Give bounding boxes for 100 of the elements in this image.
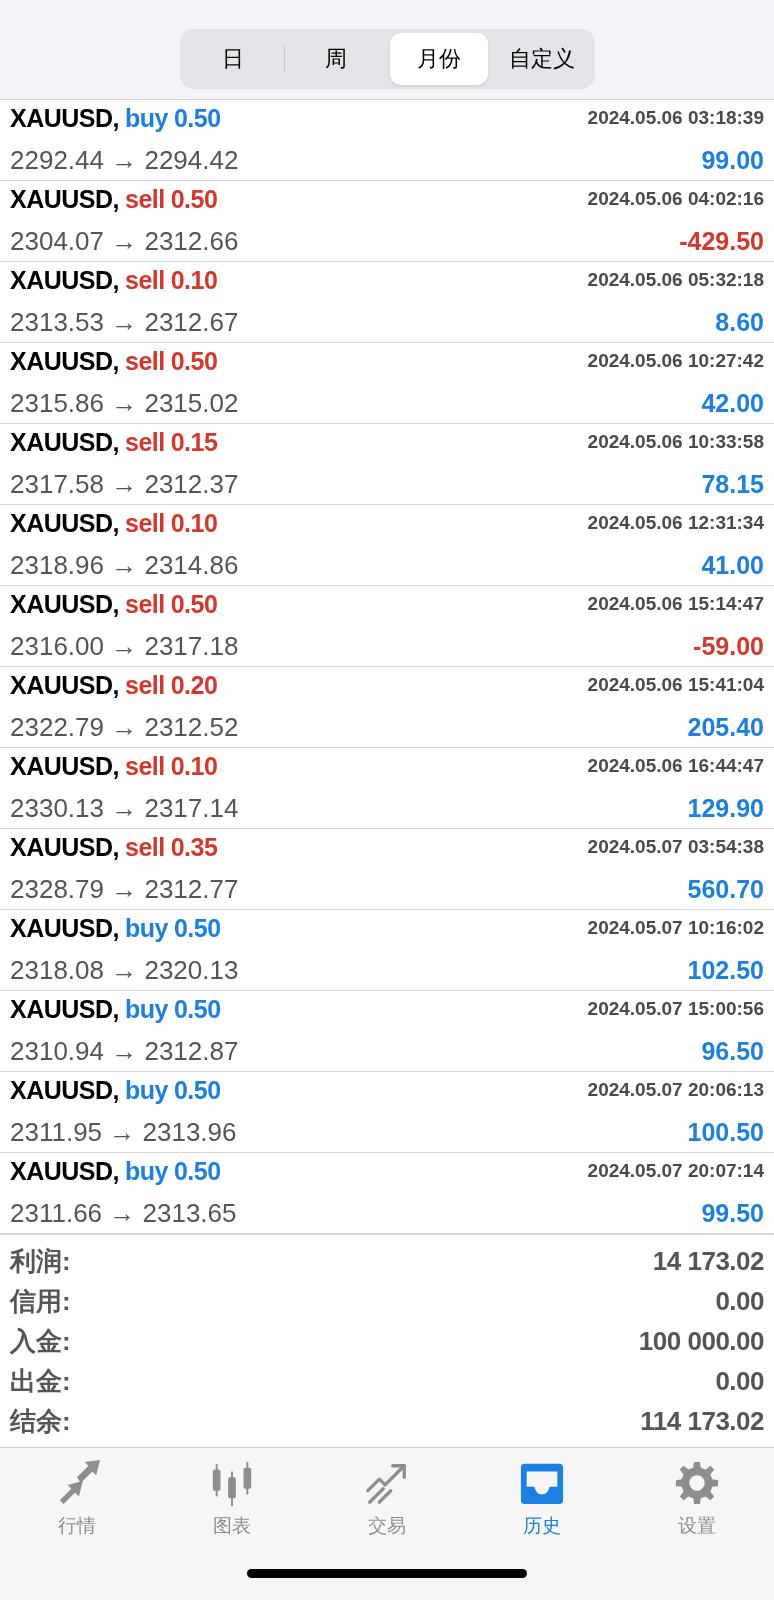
- price-range: 2313.53 → 2312.67: [10, 306, 239, 340]
- price-range: 2316.00 → 2317.18: [10, 630, 239, 664]
- symbol-label: XAUUSD,: [10, 507, 119, 539]
- deal-time: 2024.05.06 05:32:18: [587, 268, 764, 293]
- price-range: 2317.58 → 2312.37: [10, 468, 239, 502]
- deal-time: 2024.05.07 20:06:13: [587, 1078, 764, 1103]
- price-range: 2330.13 → 2317.14: [10, 792, 239, 826]
- summary-value: 0.00: [715, 1364, 764, 1398]
- symbol-label: XAUUSD,: [10, 1155, 119, 1187]
- profit-value: 99.00: [701, 145, 764, 176]
- deal-time: 2024.05.07 15:00:56: [587, 997, 764, 1022]
- period-tab[interactable]: 日: [183, 32, 282, 85]
- deal-time: 2024.05.07 03:54:38: [587, 835, 764, 860]
- profit-value: 102.50: [687, 955, 764, 986]
- tab-bar-item[interactable]: 图表: [182, 1460, 283, 1541]
- summary-value: 14 173.02: [652, 1244, 764, 1278]
- summary-label: 出金:: [10, 1364, 71, 1398]
- deal-time: 2024.05.06 16:44:47: [587, 754, 764, 779]
- profit-value: 78.15: [701, 469, 764, 500]
- tab-bar-item[interactable]: 历史: [491, 1460, 592, 1541]
- period-tab[interactable]: 周: [286, 32, 385, 85]
- order-type: buy: [125, 102, 168, 134]
- symbol-label: XAUUSD,: [10, 345, 119, 377]
- deal-time: 2024.05.06 10:27:42: [587, 349, 764, 374]
- symbol-label: XAUUSD,: [10, 1074, 119, 1106]
- order-type: sell: [125, 183, 165, 215]
- deal-time: 2024.05.06 12:31:34: [587, 511, 764, 536]
- period-tab[interactable]: 月份: [389, 32, 488, 85]
- price-range: 2304.07 → 2312.66: [10, 225, 239, 259]
- gear-icon: [673, 1460, 720, 1506]
- order-type: buy: [125, 1155, 168, 1187]
- profit-value: 41.00: [701, 550, 764, 581]
- summary-label: 结余:: [10, 1404, 71, 1438]
- profit-value: 205.40: [687, 712, 764, 743]
- order-volume: 0.50: [173, 993, 221, 1025]
- tab-bar-item[interactable]: 交易: [337, 1460, 437, 1541]
- symbol-label: XAUUSD,: [10, 993, 119, 1025]
- price-range: 2322.79 → 2312.52: [10, 711, 239, 745]
- price-range: 2328.79 → 2312.77: [10, 873, 239, 907]
- summary-label: 利润:: [10, 1244, 71, 1278]
- deal-time: 2024.05.07 20:07:14: [587, 1159, 764, 1184]
- profit-value: 100.50: [687, 1117, 764, 1148]
- profit-value: 99.50: [701, 1198, 764, 1229]
- tab-bar-item[interactable]: 设置: [646, 1460, 747, 1541]
- order-type: sell: [125, 750, 165, 782]
- profit-value: -429.50: [679, 226, 764, 257]
- order-volume: 0.50: [170, 183, 218, 215]
- order-type: sell: [125, 264, 165, 296]
- symbol-label: XAUUSD,: [10, 426, 119, 458]
- order-type: sell: [125, 669, 165, 701]
- symbol-label: XAUUSD,: [10, 831, 119, 863]
- order-type: sell: [125, 588, 165, 620]
- tab-bar-item[interactable]: 行情: [27, 1460, 128, 1541]
- price-range: 2311.66 → 2313.65: [10, 1197, 237, 1231]
- order-volume: 0.15: [170, 426, 218, 458]
- summary-label: 入金:: [10, 1324, 71, 1358]
- deal-time: 2024.05.06 03:18:39: [587, 106, 764, 131]
- order-volume: 0.50: [173, 912, 221, 944]
- order-type: buy: [125, 1074, 168, 1106]
- period-tab[interactable]: 自定义: [492, 32, 591, 85]
- summary-label: 信用:: [10, 1284, 71, 1318]
- price-range: 2318.96 → 2314.86: [10, 549, 239, 583]
- summary-value: 0.00: [715, 1284, 764, 1318]
- deal-time: 2024.05.06 04:02:16: [587, 187, 764, 212]
- deal-time: 2024.05.07 10:16:02: [587, 916, 764, 941]
- order-volume: 0.50: [173, 102, 221, 134]
- symbol-label: XAUUSD,: [10, 669, 119, 701]
- price-range: 2315.86 → 2315.02: [10, 387, 239, 421]
- order-type: sell: [125, 831, 165, 863]
- symbol-label: XAUUSD,: [10, 264, 119, 296]
- order-volume: 0.35: [170, 831, 218, 863]
- deal-time: 2024.05.06 15:41:04: [587, 673, 764, 698]
- deal-time: 2024.05.06 15:14:47: [587, 592, 764, 617]
- summary-value: 114 173.02: [640, 1404, 764, 1438]
- order-volume: 0.10: [170, 750, 218, 782]
- profit-value: 42.00: [701, 388, 764, 419]
- deal-time: 2024.05.06 10:33:58: [587, 430, 764, 455]
- price-range: 2311.95 → 2313.96: [10, 1116, 237, 1150]
- price-range: 2292.44 → 2294.42: [10, 144, 239, 178]
- profit-value: 96.50: [701, 1036, 764, 1067]
- order-type: buy: [125, 993, 168, 1025]
- order-type: sell: [125, 345, 165, 377]
- symbol-label: XAUUSD,: [10, 183, 119, 215]
- price-range: 2310.94 → 2312.87: [10, 1035, 239, 1069]
- symbol-label: XAUUSD,: [10, 912, 119, 944]
- profit-value: 560.70: [687, 874, 764, 905]
- order-volume: 0.10: [170, 507, 218, 539]
- order-volume: 0.50: [173, 1155, 221, 1187]
- summary-value: 100 000.00: [638, 1324, 764, 1358]
- order-volume: 0.20: [170, 669, 218, 701]
- price-range: 2318.08 → 2320.13: [10, 954, 239, 988]
- symbol-label: XAUUSD,: [10, 102, 119, 134]
- order-volume: 0.50: [170, 345, 218, 377]
- order-volume: 0.50: [170, 588, 218, 620]
- order-type: sell: [125, 426, 165, 458]
- profit-value: 8.60: [715, 307, 764, 338]
- symbol-label: XAUUSD,: [10, 750, 119, 782]
- order-type: buy: [125, 912, 168, 944]
- order-type: sell: [125, 507, 165, 539]
- order-volume: 0.50: [173, 1074, 221, 1106]
